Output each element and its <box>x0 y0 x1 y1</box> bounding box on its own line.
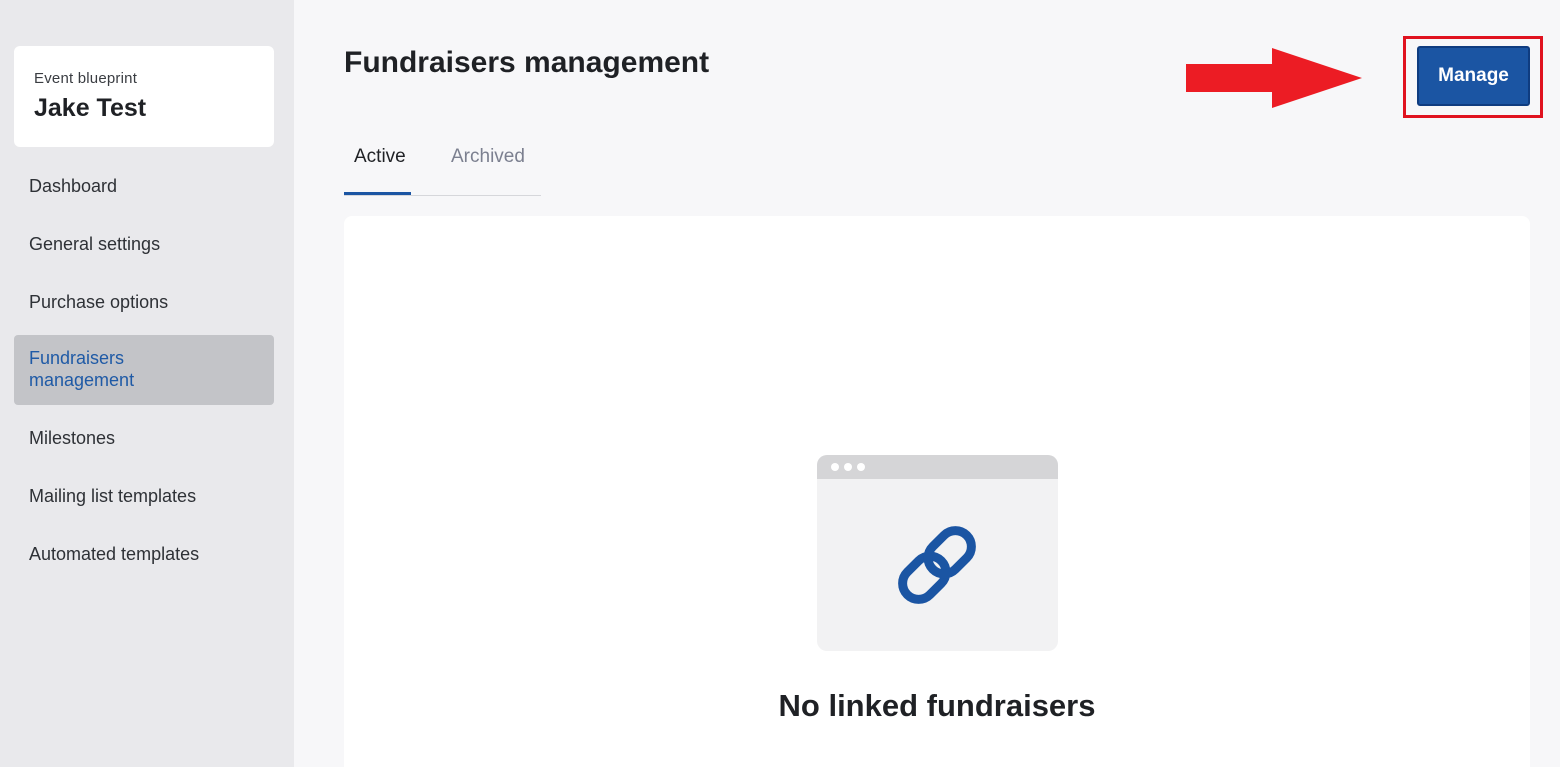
event-card: Event blueprint Jake Test <box>14 46 274 147</box>
tab-bar: Active Archived <box>344 140 541 196</box>
sidebar-item-automated-templates[interactable]: Automated templates <box>14 529 274 579</box>
sidebar-nav: Dashboard General settings Purchase opti… <box>14 161 274 587</box>
tab-archived[interactable]: Archived <box>451 140 525 195</box>
event-type-label: Event blueprint <box>34 70 138 87</box>
window-dot <box>831 463 839 471</box>
sidebar: Event blueprint Jake Test Dashboard Gene… <box>0 0 294 767</box>
event-name: Jake Test <box>34 94 147 122</box>
fundraisers-panel: No linked fundraisers <box>344 216 1530 767</box>
sidebar-item-mailing-list-templates[interactable]: Mailing list templates <box>14 471 274 521</box>
sidebar-item-general-settings[interactable]: General settings <box>14 219 274 269</box>
manage-button[interactable]: Manage <box>1417 46 1530 106</box>
sidebar-item-dashboard[interactable]: Dashboard <box>14 161 274 211</box>
sidebar-item-purchase-options[interactable]: Purchase options <box>14 277 274 327</box>
link-icon <box>898 526 976 604</box>
sidebar-item-milestones[interactable]: Milestones <box>14 413 274 463</box>
sidebar-item-fundraisers-management[interactable]: Fundraisers management <box>14 335 274 405</box>
empty-state-title: No linked fundraisers <box>778 688 1096 723</box>
window-title-bar <box>817 455 1058 479</box>
page-title: Fundraisers management <box>344 46 710 79</box>
tab-active[interactable]: Active <box>344 140 411 195</box>
empty-state-illustration <box>817 455 1058 651</box>
window-dot <box>857 463 865 471</box>
red-arrow-annotation <box>1186 48 1362 108</box>
window-dot <box>844 463 852 471</box>
main-content: Fundraisers management Manage Active Arc… <box>294 0 1560 767</box>
